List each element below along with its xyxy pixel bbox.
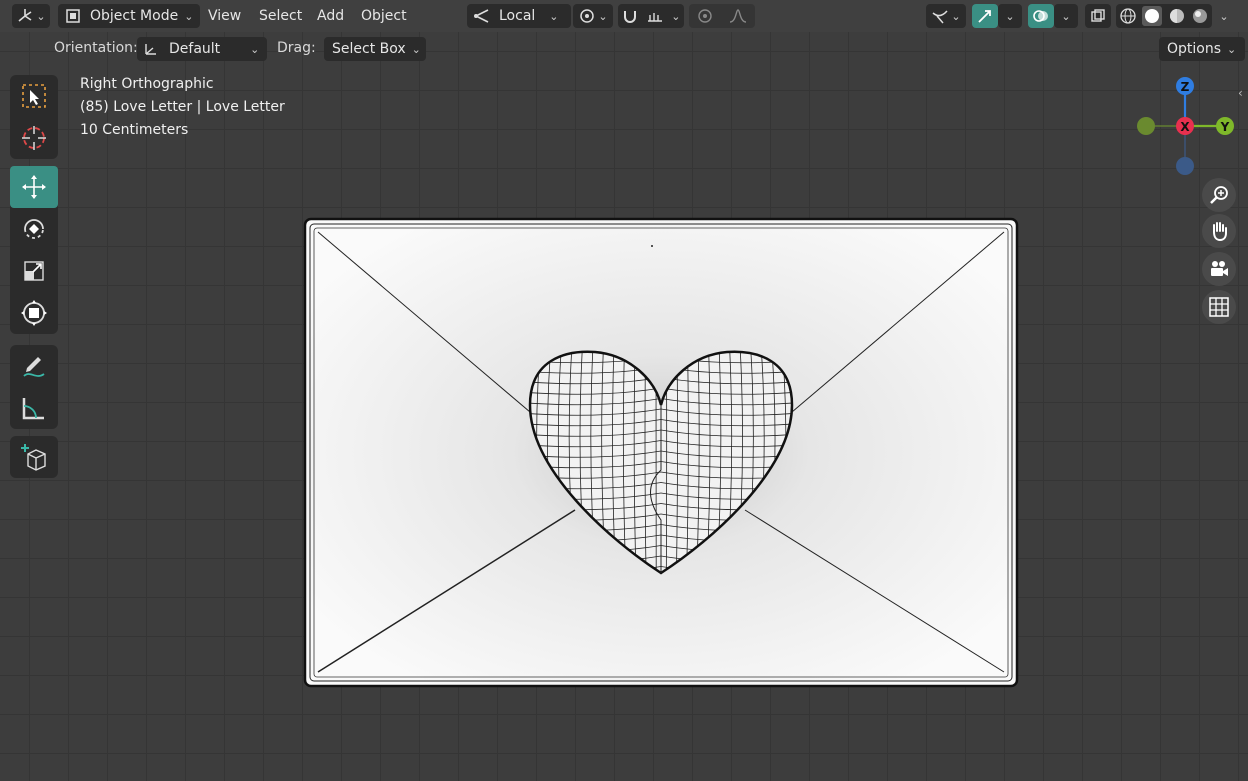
object-cube-icon [66,9,80,23]
view-name: Right Orthographic [80,76,214,92]
overlays-toggle-button[interactable] [1028,4,1054,28]
ortho-toggle-button[interactable] [1202,290,1236,324]
orientation-dropdown[interactable]: Default ⌄ [137,37,267,61]
drag-settings-label: Drag: [277,40,316,56]
menu-view[interactable]: View [208,6,241,26]
toolbar-group-annotate [10,345,58,429]
pivot-point-dropdown[interactable]: ⌄ [573,4,613,28]
toolbar-group-transform [10,166,58,334]
move-tool[interactable] [10,166,58,208]
transform-orientation-dropdown[interactable]: Local ⌄ [467,4,571,28]
add-cube-icon [21,444,46,471]
transform-tool[interactable] [10,292,58,334]
toolbar-group-add [10,436,58,478]
snapping-group[interactable]: ⌄ [618,4,684,28]
cursor-icon [22,126,46,150]
3d-viewport[interactable]: ⌄ Object Mode ⌄ View Select Add Object L… [0,0,1248,781]
move-icon [22,175,46,199]
proportional-editing-group[interactable] [689,4,755,28]
local-axis-icon [474,9,489,23]
mode-dropdown[interactable]: Object Mode ⌄ [58,4,200,28]
editor-type-button[interactable]: ⌄ [12,4,50,28]
gizmo-dropdown[interactable]: ⌄ [998,4,1022,28]
overlays-icon [1033,10,1048,22]
add-cube-tool[interactable] [10,436,58,478]
solid-shading-icon [1142,6,1163,26]
xray-icon [1091,9,1105,22]
xray-toggle-button[interactable] [1085,4,1111,28]
grid-scale: 10 Centimeters [80,122,189,138]
shading-group[interactable] [1116,4,1212,28]
orbit-axes-icon [18,9,32,22]
drag-dropdown[interactable]: Select Box ⌄ [324,37,426,61]
menu-add[interactable]: Add [317,6,344,26]
z-axis-label: Z [1181,80,1190,94]
grid-icon [1209,297,1229,317]
zoom-button[interactable] [1202,178,1236,212]
material-shading-icon [1169,9,1184,23]
neg-z-axis-ball[interactable] [1176,157,1194,175]
viewport-header: ⌄ Object Mode ⌄ View Select Add Object L… [0,0,1248,32]
measure-tool[interactable] [10,387,58,429]
mode-label: Object Mode [90,8,179,24]
axis-orientation-icon [145,44,156,55]
select-box-icon [22,84,46,108]
options-dropdown[interactable]: Options ⌄ [1159,37,1245,61]
envelope-model [303,217,1019,688]
pan-button[interactable] [1202,214,1236,248]
cursor-tool[interactable] [10,117,58,159]
gizmo-icon [978,10,991,23]
falloff-curve-icon [729,9,746,23]
camera-icon [1211,261,1228,276]
overlays-dropdown[interactable]: ⌄ [1054,4,1078,28]
scale-icon [24,261,44,281]
navigation-gizmo[interactable]: Z Y X [1130,72,1240,182]
shading-dropdown[interactable]: ⌄ [1212,4,1236,28]
sidebar-toggle-icon[interactable]: ‹ [1238,86,1243,100]
camera-view-button[interactable] [1202,252,1236,286]
visibility-dropdown[interactable]: ⌄ [926,4,966,28]
annotate-icon [23,357,45,377]
options-label: Options [1167,41,1222,57]
transform-icon [21,300,47,326]
measure-icon [22,398,44,420]
orientation-label: Local [499,8,536,24]
snap-increment-icon [648,13,663,22]
object-info: (85) Love Letter | Love Letter [80,99,285,115]
menu-object[interactable]: Object [361,6,407,26]
orientation-value: Default [169,41,221,57]
x-axis-label: X [1180,120,1190,134]
neg-y-axis-ball[interactable] [1137,117,1155,135]
orientation-settings-label: Orientation: [54,40,138,56]
wireframe-shading-icon [1120,8,1136,24]
selectability-icon [932,10,948,24]
pan-hand-icon [1213,222,1227,242]
gizmo-toggle-button[interactable] [972,4,998,28]
pivot-icon [580,9,595,23]
zoom-icon [1210,186,1228,204]
rendered-shading-icon [1193,9,1208,23]
magnet-icon [624,11,637,23]
annotate-tool[interactable] [10,345,58,387]
rotate-icon [24,219,44,239]
tool-settings-bar: Orientation: Default ⌄ Drag: Select Box … [0,34,1248,64]
y-axis-label: Y [1220,120,1230,134]
rotate-tool[interactable] [10,208,58,250]
select-box-tool[interactable] [10,75,58,117]
proportional-edit-icon [697,9,712,23]
menu-select[interactable]: Select [259,6,302,26]
drag-value: Select Box [332,41,406,57]
scale-tool[interactable] [10,250,58,292]
toolbar-group-select [10,75,58,159]
